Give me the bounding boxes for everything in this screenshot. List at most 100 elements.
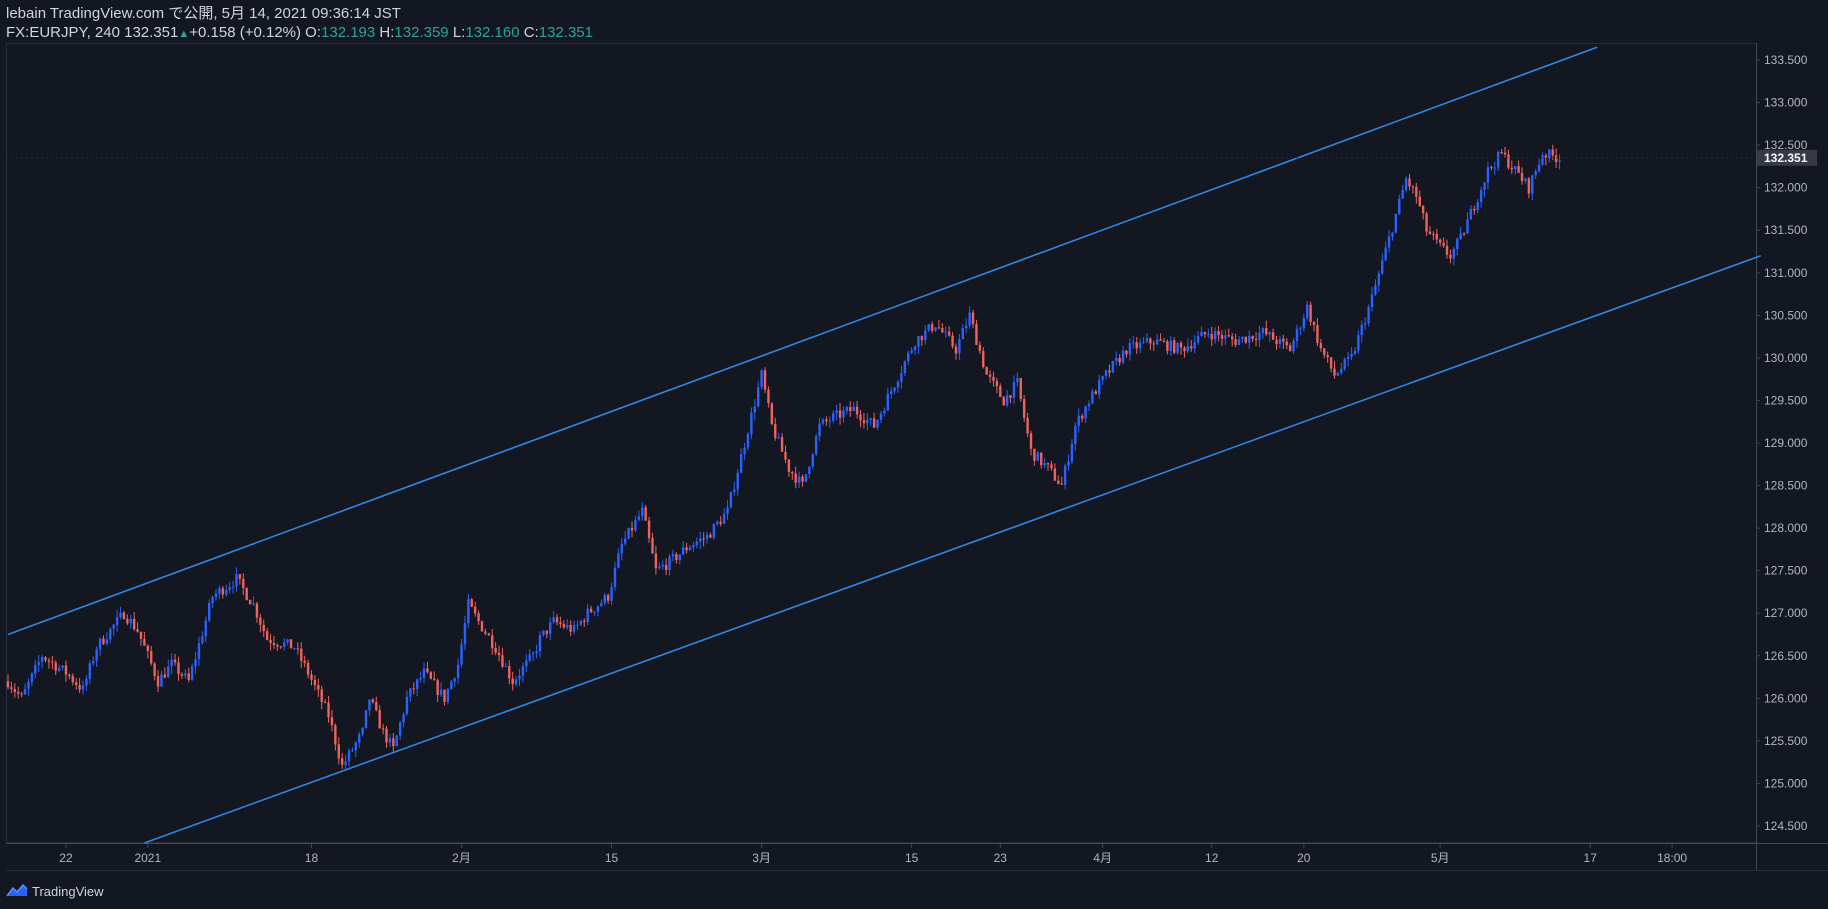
candle <box>1329 356 1333 373</box>
candle <box>1016 372 1019 387</box>
candle <box>787 459 791 477</box>
candle <box>794 466 797 489</box>
candle <box>388 734 392 747</box>
candle <box>811 452 814 470</box>
candle <box>947 326 951 337</box>
candle <box>572 620 576 635</box>
footer-brand[interactable]: TradingView <box>6 881 104 901</box>
candle <box>954 343 958 360</box>
price-axis[interactable]: 124.500 125.000 125.500 126.000 126.500 127.0… <box>1756 53 1808 833</box>
candle <box>1394 213 1398 234</box>
candle <box>395 734 398 747</box>
candle <box>480 620 484 632</box>
candle <box>1404 176 1408 193</box>
time-tick-label: 18:00 <box>1657 851 1687 865</box>
candle <box>1527 176 1531 199</box>
candle <box>238 574 242 585</box>
candle <box>862 412 866 429</box>
candle <box>1340 363 1343 376</box>
price-tick-label: 125.500 <box>1764 734 1808 748</box>
candle <box>900 365 903 389</box>
candle <box>852 401 855 412</box>
candles-group <box>6 144 1561 770</box>
candlestick-chart[interactable]: 124.500 125.000 125.500 126.000 126.500 127.0… <box>0 0 1828 909</box>
plot-area-border <box>6 43 1757 843</box>
candle <box>1159 333 1162 341</box>
candle <box>518 668 521 686</box>
price-tick-label: 131.000 <box>1764 266 1808 280</box>
candle <box>576 620 579 630</box>
candle <box>613 561 617 591</box>
candle <box>1237 335 1241 346</box>
candle <box>1323 348 1326 359</box>
candle <box>13 683 17 698</box>
candle <box>1200 326 1203 337</box>
candle <box>951 332 954 349</box>
candle <box>1435 228 1438 245</box>
candle <box>361 726 364 737</box>
candle <box>105 631 109 646</box>
candle <box>1176 342 1179 355</box>
candle <box>197 636 201 667</box>
candle <box>504 662 508 667</box>
candle <box>194 651 197 675</box>
candle <box>1207 328 1210 338</box>
candle <box>722 508 726 524</box>
candle <box>1500 149 1503 155</box>
candle <box>501 647 504 669</box>
time-axis[interactable]: 22 2021 18 2月 15 3月 15 23 4月 12 20 5月 17 18:00 <box>59 843 1687 865</box>
candle <box>1517 160 1520 173</box>
candle <box>525 654 528 673</box>
candle <box>1077 408 1080 433</box>
candle <box>910 347 913 355</box>
candle <box>555 613 559 626</box>
candle <box>1193 335 1196 354</box>
candle <box>1053 463 1057 482</box>
candle <box>1449 249 1452 264</box>
candle <box>606 593 610 605</box>
candle <box>1285 338 1288 350</box>
candle <box>937 319 941 330</box>
candle <box>1476 199 1479 214</box>
candle <box>71 673 74 686</box>
candle <box>1459 226 1462 241</box>
price-tick-label: 132.000 <box>1764 181 1808 195</box>
candle <box>330 709 334 732</box>
candle <box>443 689 446 706</box>
candle <box>1524 177 1527 184</box>
candle <box>98 637 102 656</box>
candle <box>160 670 163 687</box>
candle <box>129 615 132 629</box>
candle <box>999 383 1002 398</box>
candle <box>51 655 54 670</box>
price-tick-label: 127.500 <box>1764 564 1808 578</box>
candle <box>859 409 862 428</box>
candle <box>1227 328 1230 338</box>
candle <box>705 531 709 544</box>
candle <box>1534 168 1537 179</box>
candle <box>1145 332 1149 344</box>
candle <box>204 616 207 643</box>
candle <box>286 638 289 646</box>
candle <box>494 642 497 656</box>
candle <box>1009 394 1012 404</box>
candle <box>119 606 122 620</box>
price-tick-label: 130.000 <box>1764 351 1808 365</box>
candle <box>965 318 968 334</box>
candle <box>774 417 777 441</box>
candle <box>1190 339 1193 352</box>
candle <box>917 335 920 354</box>
candle <box>671 549 675 562</box>
candle <box>1104 369 1108 380</box>
candle <box>248 599 252 605</box>
candle <box>719 516 722 527</box>
candle <box>1353 347 1357 356</box>
candle <box>808 466 811 478</box>
candle <box>845 405 849 415</box>
candle <box>460 638 463 668</box>
candle <box>658 562 661 570</box>
candle <box>17 686 20 699</box>
candle <box>685 542 688 554</box>
candle <box>589 605 593 614</box>
candle <box>1278 335 1282 349</box>
